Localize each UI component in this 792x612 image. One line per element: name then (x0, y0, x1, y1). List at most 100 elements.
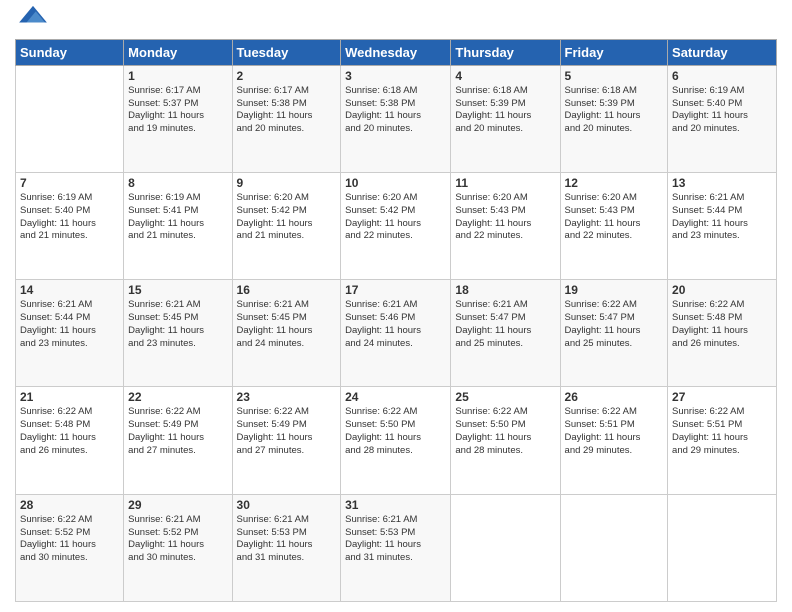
day-number: 14 (20, 283, 119, 297)
day-info: Sunrise: 6:22 AM Sunset: 5:50 PM Dayligh… (455, 406, 555, 457)
day-info: Sunrise: 6:21 AM Sunset: 5:53 PM Dayligh… (237, 514, 337, 565)
day-number: 15 (128, 283, 227, 297)
day-number: 6 (672, 69, 772, 83)
calendar-cell (451, 494, 560, 601)
day-info: Sunrise: 6:20 AM Sunset: 5:42 PM Dayligh… (345, 192, 446, 243)
day-number: 17 (345, 283, 446, 297)
calendar-cell: 3 Sunrise: 6:18 AM Sunset: 5:38 PM Daylig… (341, 65, 451, 172)
calendar-cell: 23 Sunrise: 6:22 AM Sunset: 5:49 PM Dayli… (232, 387, 341, 494)
day-number: 7 (20, 176, 119, 190)
day-info: Sunrise: 6:21 AM Sunset: 5:47 PM Dayligh… (455, 299, 555, 350)
calendar-table: SundayMondayTuesdayWednesdayThursdayFrid… (15, 39, 777, 602)
calendar-cell: 26 Sunrise: 6:22 AM Sunset: 5:51 PM Dayli… (560, 387, 668, 494)
calendar-cell: 18 Sunrise: 6:21 AM Sunset: 5:47 PM Dayli… (451, 280, 560, 387)
calendar-cell: 6 Sunrise: 6:19 AM Sunset: 5:40 PM Daylig… (668, 65, 777, 172)
day-info: Sunrise: 6:18 AM Sunset: 5:38 PM Dayligh… (345, 85, 446, 136)
day-info: Sunrise: 6:22 AM Sunset: 5:47 PM Dayligh… (565, 299, 664, 350)
logo-icon (19, 4, 47, 28)
page: SundayMondayTuesdayWednesdayThursdayFrid… (0, 0, 792, 612)
day-info: Sunrise: 6:20 AM Sunset: 5:42 PM Dayligh… (237, 192, 337, 243)
calendar-cell (560, 494, 668, 601)
calendar-cell: 21 Sunrise: 6:22 AM Sunset: 5:48 PM Dayli… (16, 387, 124, 494)
calendar-cell: 19 Sunrise: 6:22 AM Sunset: 5:47 PM Dayli… (560, 280, 668, 387)
weekday-header: Thursday (451, 39, 560, 65)
day-number: 27 (672, 390, 772, 404)
day-number: 3 (345, 69, 446, 83)
calendar-week-row: 1Sunrise: 6:17 AM Sunset: 5:37 PM Daylig… (16, 65, 777, 172)
calendar-cell (668, 494, 777, 601)
calendar-week-row: 7 Sunrise: 6:19 AM Sunset: 5:40 PM Daylig… (16, 172, 777, 279)
day-number: 4 (455, 69, 555, 83)
day-number: 9 (237, 176, 337, 190)
calendar-cell: 9 Sunrise: 6:20 AM Sunset: 5:42 PM Daylig… (232, 172, 341, 279)
weekday-header: Wednesday (341, 39, 451, 65)
day-number: 28 (20, 498, 119, 512)
day-info: Sunrise: 6:21 AM Sunset: 5:45 PM Dayligh… (128, 299, 227, 350)
day-info: Sunrise: 6:22 AM Sunset: 5:50 PM Dayligh… (345, 406, 446, 457)
day-info: Sunrise: 6:21 AM Sunset: 5:52 PM Dayligh… (128, 514, 227, 565)
day-info: Sunrise: 6:21 AM Sunset: 5:45 PM Dayligh… (237, 299, 337, 350)
day-number: 10 (345, 176, 446, 190)
day-info: Sunrise: 6:19 AM Sunset: 5:40 PM Dayligh… (20, 192, 119, 243)
calendar-cell: 8 Sunrise: 6:19 AM Sunset: 5:41 PM Daylig… (124, 172, 232, 279)
day-number: 21 (20, 390, 119, 404)
calendar-cell: 24 Sunrise: 6:22 AM Sunset: 5:50 PM Dayli… (341, 387, 451, 494)
day-info: Sunrise: 6:19 AM Sunset: 5:41 PM Dayligh… (128, 192, 227, 243)
day-number: 2 (237, 69, 337, 83)
day-number: 30 (237, 498, 337, 512)
day-number: 25 (455, 390, 555, 404)
calendar-cell (16, 65, 124, 172)
day-info: Sunrise: 6:17 AM Sunset: 5:38 PM Dayligh… (237, 85, 337, 136)
day-info: Sunrise: 6:21 AM Sunset: 5:44 PM Dayligh… (672, 192, 772, 243)
calendar-cell: 15 Sunrise: 6:21 AM Sunset: 5:45 PM Dayli… (124, 280, 232, 387)
calendar-cell: 16 Sunrise: 6:21 AM Sunset: 5:45 PM Dayli… (232, 280, 341, 387)
day-info: Sunrise: 6:20 AM Sunset: 5:43 PM Dayligh… (455, 192, 555, 243)
day-info: Sunrise: 6:22 AM Sunset: 5:52 PM Dayligh… (20, 514, 119, 565)
day-info: Sunrise: 6:18 AM Sunset: 5:39 PM Dayligh… (455, 85, 555, 136)
day-number: 5 (565, 69, 664, 83)
calendar-cell: 27 Sunrise: 6:22 AM Sunset: 5:51 PM Dayli… (668, 387, 777, 494)
day-info: Sunrise: 6:19 AM Sunset: 5:40 PM Dayligh… (672, 85, 772, 136)
day-number: 29 (128, 498, 227, 512)
day-number: 31 (345, 498, 446, 512)
day-number: 11 (455, 176, 555, 190)
day-number: 1 (128, 69, 227, 83)
calendar-cell: 11 Sunrise: 6:20 AM Sunset: 5:43 PM Dayli… (451, 172, 560, 279)
day-number: 18 (455, 283, 555, 297)
weekday-header: Monday (124, 39, 232, 65)
day-number: 12 (565, 176, 664, 190)
calendar-cell: 20Sunrise: 6:22 AM Sunset: 5:48 PM Dayli… (668, 280, 777, 387)
calendar-cell: 25 Sunrise: 6:22 AM Sunset: 5:50 PM Dayli… (451, 387, 560, 494)
calendar-cell: 2 Sunrise: 6:17 AM Sunset: 5:38 PM Daylig… (232, 65, 341, 172)
calendar-cell: 14 Sunrise: 6:21 AM Sunset: 5:44 PM Dayli… (16, 280, 124, 387)
day-info: Sunrise: 6:18 AM Sunset: 5:39 PM Dayligh… (565, 85, 664, 136)
day-number: 26 (565, 390, 664, 404)
day-info: Sunrise: 6:22 AM Sunset: 5:51 PM Dayligh… (565, 406, 664, 457)
weekday-header: Tuesday (232, 39, 341, 65)
day-number: 8 (128, 176, 227, 190)
header (15, 10, 777, 31)
weekday-header: Saturday (668, 39, 777, 65)
day-info: Sunrise: 6:21 AM Sunset: 5:44 PM Dayligh… (20, 299, 119, 350)
day-number: 23 (237, 390, 337, 404)
calendar-week-row: 28 Sunrise: 6:22 AM Sunset: 5:52 PM Dayli… (16, 494, 777, 601)
day-info: Sunrise: 6:22 AM Sunset: 5:51 PM Dayligh… (672, 406, 772, 457)
day-number: 19 (565, 283, 664, 297)
day-info: Sunrise: 6:22 AM Sunset: 5:49 PM Dayligh… (237, 406, 337, 457)
calendar-cell: 12 Sunrise: 6:20 AM Sunset: 5:43 PM Dayli… (560, 172, 668, 279)
day-number: 16 (237, 283, 337, 297)
logo (15, 10, 47, 31)
day-info: Sunrise: 6:22 AM Sunset: 5:48 PM Dayligh… (20, 406, 119, 457)
calendar-week-row: 14 Sunrise: 6:21 AM Sunset: 5:44 PM Dayli… (16, 280, 777, 387)
day-number: 24 (345, 390, 446, 404)
calendar-cell: 28 Sunrise: 6:22 AM Sunset: 5:52 PM Dayli… (16, 494, 124, 601)
day-info: Sunrise: 6:22 AM Sunset: 5:48 PM Dayligh… (672, 299, 772, 350)
calendar-cell: 22Sunrise: 6:22 AM Sunset: 5:49 PM Dayli… (124, 387, 232, 494)
day-info: Sunrise: 6:20 AM Sunset: 5:43 PM Dayligh… (565, 192, 664, 243)
calendar-cell: 7 Sunrise: 6:19 AM Sunset: 5:40 PM Daylig… (16, 172, 124, 279)
weekday-header: Sunday (16, 39, 124, 65)
calendar-cell: 10 Sunrise: 6:20 AM Sunset: 5:42 PM Dayli… (341, 172, 451, 279)
calendar-cell: 4 Sunrise: 6:18 AM Sunset: 5:39 PM Daylig… (451, 65, 560, 172)
calendar-header-row: SundayMondayTuesdayWednesdayThursdayFrid… (16, 39, 777, 65)
weekday-header: Friday (560, 39, 668, 65)
